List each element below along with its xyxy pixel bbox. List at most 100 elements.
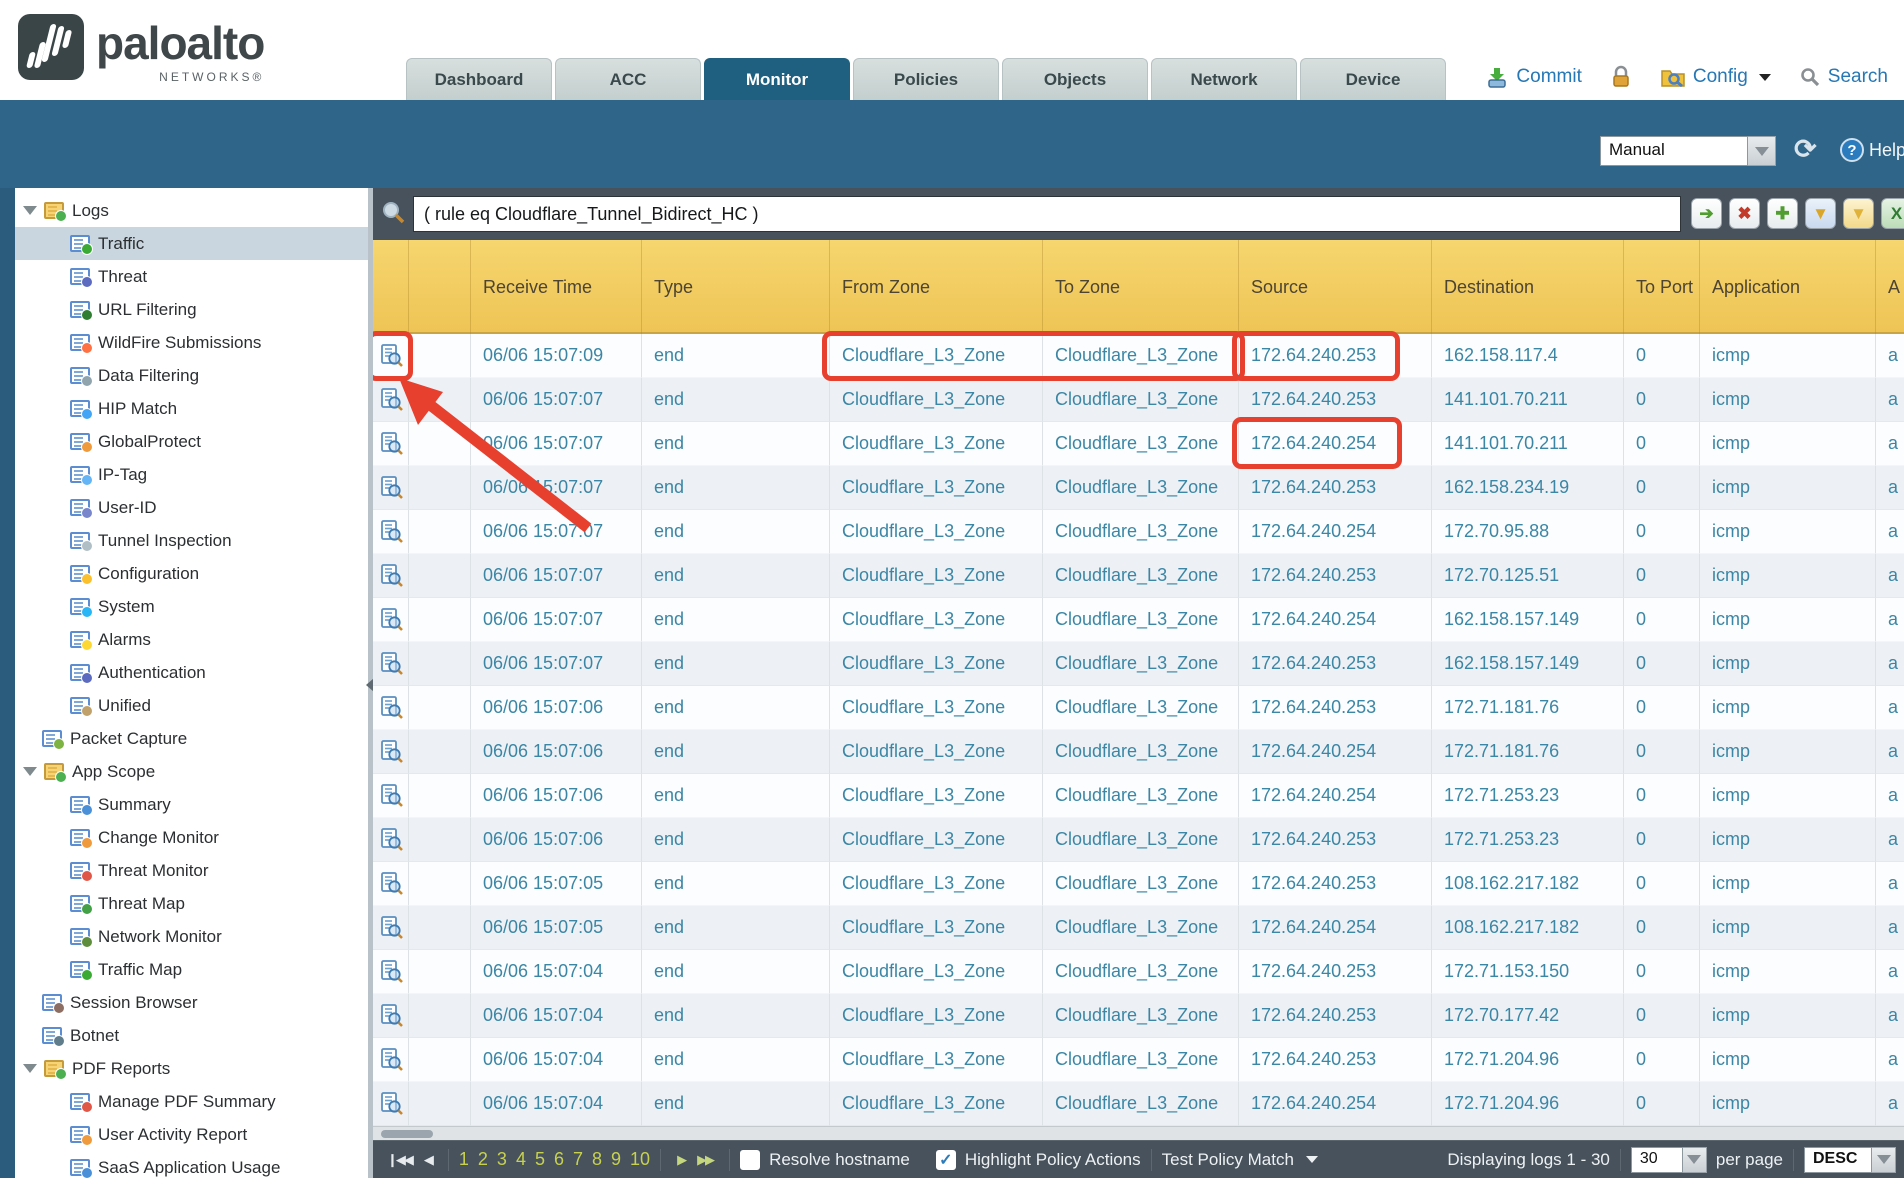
detail-icon-cell[interactable]	[373, 378, 409, 422]
sidebar-item-user-activity-report[interactable]: User Activity Report	[15, 1118, 368, 1151]
filter-builder-icon[interactable]: ▼	[1805, 198, 1836, 229]
detail-icon-cell[interactable]	[373, 510, 409, 554]
last-page-button[interactable]: ▶▶	[691, 1152, 719, 1168]
log-detail-icon[interactable]	[379, 739, 404, 764]
log-detail-icon[interactable]	[379, 1047, 404, 1072]
log-filter-input[interactable]	[413, 196, 1681, 232]
search-button[interactable]: Search	[1799, 66, 1888, 88]
sidebar-item-logs[interactable]: Logs	[15, 194, 368, 227]
log-detail-icon[interactable]	[379, 431, 404, 456]
first-page-button[interactable]: ❙◀◀	[381, 1152, 418, 1168]
log-row[interactable]: 06/06 15:07:05endCloudflare_L3_ZoneCloud…	[373, 906, 1904, 950]
sidebar-item-app-scope[interactable]: App Scope	[15, 755, 368, 788]
help-button[interactable]: ? Help	[1840, 138, 1904, 162]
sidebar-item-saas-application-usage[interactable]: SaaS Application Usage	[15, 1151, 368, 1178]
sidebar-item-system[interactable]: System	[15, 590, 368, 623]
expand-triangle-icon[interactable]	[23, 767, 37, 776]
sidebar-item-summary[interactable]: Summary	[15, 788, 368, 821]
detail-icon-cell[interactable]	[373, 862, 409, 906]
log-row[interactable]: 06/06 15:07:06endCloudflare_L3_ZoneCloud…	[373, 686, 1904, 730]
log-row[interactable]: 06/06 15:07:06endCloudflare_L3_ZoneCloud…	[373, 774, 1904, 818]
column-header-destination[interactable]: Destination	[1432, 240, 1624, 334]
log-row[interactable]: 06/06 15:07:04endCloudflare_L3_ZoneCloud…	[373, 950, 1904, 994]
log-detail-icon[interactable]	[379, 1003, 404, 1028]
detail-icon-cell[interactable]	[373, 1038, 409, 1082]
detail-icon-cell[interactable]	[373, 906, 409, 950]
log-detail-icon[interactable]	[379, 475, 404, 500]
test-policy-match-button[interactable]: Test Policy Match	[1162, 1150, 1318, 1170]
sidebar-item-manage-pdf-summary[interactable]: Manage PDF Summary	[15, 1085, 368, 1118]
page-number-4[interactable]: 4	[516, 1149, 526, 1170]
sidebar-item-url-filtering[interactable]: URL Filtering	[15, 293, 368, 326]
log-row[interactable]: 06/06 15:07:05endCloudflare_L3_ZoneCloud…	[373, 862, 1904, 906]
sidebar-item-threat[interactable]: Threat	[15, 260, 368, 293]
log-detail-icon[interactable]	[379, 1091, 404, 1116]
detail-icon-cell[interactable]	[373, 554, 409, 598]
sidebar-item-data-filtering[interactable]: Data Filtering	[15, 359, 368, 392]
log-detail-icon[interactable]	[379, 915, 404, 940]
log-detail-icon[interactable]	[379, 519, 404, 544]
tab-device[interactable]: Device	[1300, 58, 1446, 100]
log-detail-icon[interactable]	[379, 959, 404, 984]
sidebar-item-network-monitor[interactable]: Network Monitor	[15, 920, 368, 953]
log-row[interactable]: 06/06 15:07:06endCloudflare_L3_ZoneCloud…	[373, 730, 1904, 774]
log-row[interactable]: 06/06 15:07:07endCloudflare_L3_ZoneCloud…	[373, 598, 1904, 642]
tab-acc[interactable]: ACC	[555, 58, 701, 100]
column-header-blank[interactable]	[373, 240, 409, 334]
log-detail-icon[interactable]	[379, 827, 404, 852]
detail-icon-cell[interactable]	[373, 598, 409, 642]
sidebar-item-pdf-reports[interactable]: PDF Reports	[15, 1052, 368, 1085]
log-row[interactable]: 06/06 15:07:04endCloudflare_L3_ZoneCloud…	[373, 1038, 1904, 1082]
log-row[interactable]: 06/06 15:07:07endCloudflare_L3_ZoneCloud…	[373, 466, 1904, 510]
sidebar-item-authentication[interactable]: Authentication	[15, 656, 368, 689]
sidebar-item-traffic[interactable]: Traffic	[15, 227, 368, 260]
log-row[interactable]: 06/06 15:07:06endCloudflare_L3_ZoneCloud…	[373, 818, 1904, 862]
log-row[interactable]: 06/06 15:07:07endCloudflare_L3_ZoneCloud…	[373, 554, 1904, 598]
sidebar-item-packet-capture[interactable]: Packet Capture	[15, 722, 368, 755]
prev-page-button[interactable]: ◀	[418, 1152, 438, 1168]
page-number-8[interactable]: 8	[592, 1149, 602, 1170]
sidebar-item-traffic-map[interactable]: Traffic Map	[15, 953, 368, 986]
sidebar-item-threat-monitor[interactable]: Threat Monitor	[15, 854, 368, 887]
detail-icon-cell[interactable]	[373, 642, 409, 686]
log-detail-icon[interactable]	[379, 695, 404, 720]
per-page-select[interactable]: 30	[1631, 1147, 1707, 1173]
sidebar-item-session-browser[interactable]: Session Browser	[15, 986, 368, 1019]
detail-icon-cell[interactable]	[373, 686, 409, 730]
tab-network[interactable]: Network	[1151, 58, 1297, 100]
config-menu-button[interactable]: Config	[1660, 65, 1771, 89]
expand-triangle-icon[interactable]	[23, 206, 37, 215]
tab-policies[interactable]: Policies	[853, 58, 999, 100]
page-number-3[interactable]: 3	[497, 1149, 507, 1170]
sidebar-item-threat-map[interactable]: Threat Map	[15, 887, 368, 920]
page-number-9[interactable]: 9	[611, 1149, 621, 1170]
sidebar-item-configuration[interactable]: Configuration	[15, 557, 368, 590]
add-filter-icon[interactable]: ✚	[1767, 198, 1798, 229]
detail-icon-cell[interactable]	[373, 994, 409, 1038]
sidebar-item-botnet[interactable]: Botnet	[15, 1019, 368, 1052]
page-number-6[interactable]: 6	[554, 1149, 564, 1170]
column-header-receive-time[interactable]: Receive Time	[471, 240, 642, 334]
log-row[interactable]: 06/06 15:07:07endCloudflare_L3_ZoneCloud…	[373, 422, 1904, 466]
sidebar-item-change-monitor[interactable]: Change Monitor	[15, 821, 368, 854]
log-row[interactable]: 06/06 15:07:07endCloudflare_L3_ZoneCloud…	[373, 378, 1904, 422]
resolve-hostname-checkbox[interactable]	[740, 1150, 760, 1170]
detail-icon-cell[interactable]	[373, 334, 409, 378]
sidebar-item-tunnel-inspection[interactable]: Tunnel Inspection	[15, 524, 368, 557]
detail-icon-cell[interactable]	[373, 818, 409, 862]
scrollbar-thumb[interactable]	[381, 1130, 433, 1138]
page-number-1[interactable]: 1	[459, 1149, 469, 1170]
column-header-to-zone[interactable]: To Zone	[1043, 240, 1239, 334]
log-detail-icon[interactable]	[379, 563, 404, 588]
log-detail-icon[interactable]	[379, 387, 404, 412]
highlight-policy-actions-checkbox[interactable]: ✓	[936, 1150, 956, 1170]
page-number-7[interactable]: 7	[573, 1149, 583, 1170]
log-detail-icon[interactable]	[379, 343, 404, 368]
page-number-10[interactable]: 10	[630, 1149, 650, 1170]
apply-filter-icon[interactable]: ➔	[1691, 198, 1722, 229]
sort-order-select[interactable]: DESC	[1804, 1147, 1896, 1173]
horizontal-scrollbar[interactable]	[373, 1126, 1904, 1140]
expand-triangle-icon[interactable]	[23, 1064, 37, 1073]
commit-button[interactable]: Commit	[1485, 65, 1581, 89]
tab-monitor[interactable]: Monitor	[704, 58, 850, 100]
